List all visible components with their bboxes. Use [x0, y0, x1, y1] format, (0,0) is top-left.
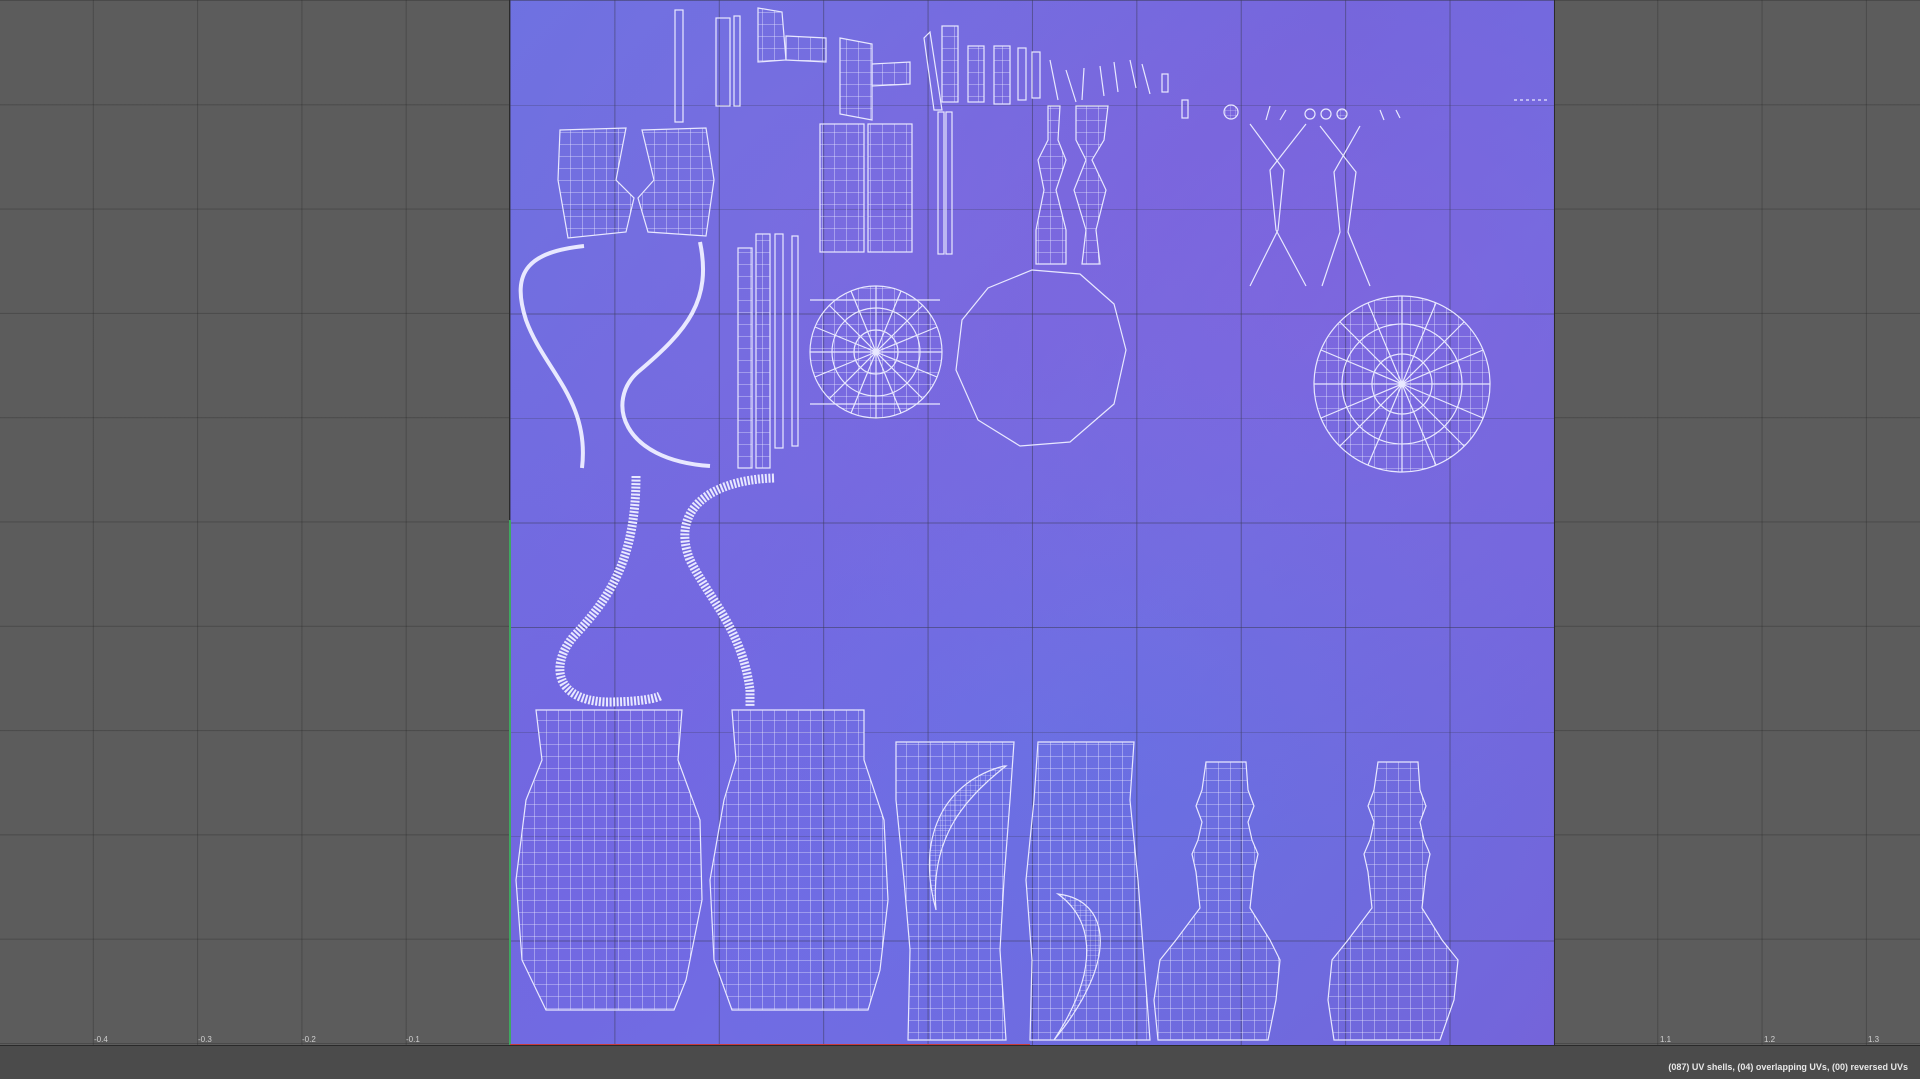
vase-shells[interactable] [515, 709, 1151, 1041]
uv-0-1-tile[interactable] [510, 0, 1554, 1045]
v-axis-line [509, 520, 511, 1045]
uv-tile-border-right [1554, 0, 1555, 1078]
uv-shell-wireframes[interactable] [510, 0, 1554, 1045]
uv-editor-viewport[interactable]: -0.4 -0.3 -0.2 -0.1 1.1 1.2 1.3 (087) UV… [0, 0, 1920, 1079]
axis-tick-label: -0.2 [302, 1035, 316, 1044]
axis-tick-label: -0.3 [198, 1035, 212, 1044]
axis-tick-label: -0.1 [406, 1035, 420, 1044]
spire-shells[interactable] [1153, 761, 1459, 1041]
axis-tick-label: -0.4 [94, 1035, 108, 1044]
curve-shells[interactable] [518, 241, 775, 707]
axis-tick-label: 1.2 [1764, 1035, 1776, 1044]
octagon-shell[interactable] [955, 269, 1127, 447]
axis-tick-label: 1.3 [1868, 1035, 1880, 1044]
axis-tick-label: 1.1 [1660, 1035, 1672, 1044]
uv-shell-stats: (087) UV shells, (04) overlapping UVs, (… [1668, 1062, 1908, 1072]
status-bar [0, 1045, 1920, 1079]
strip-shells[interactable] [674, 7, 1554, 123]
disc-shells[interactable] [809, 285, 1491, 473]
bowl-shells[interactable] [557, 111, 953, 255]
